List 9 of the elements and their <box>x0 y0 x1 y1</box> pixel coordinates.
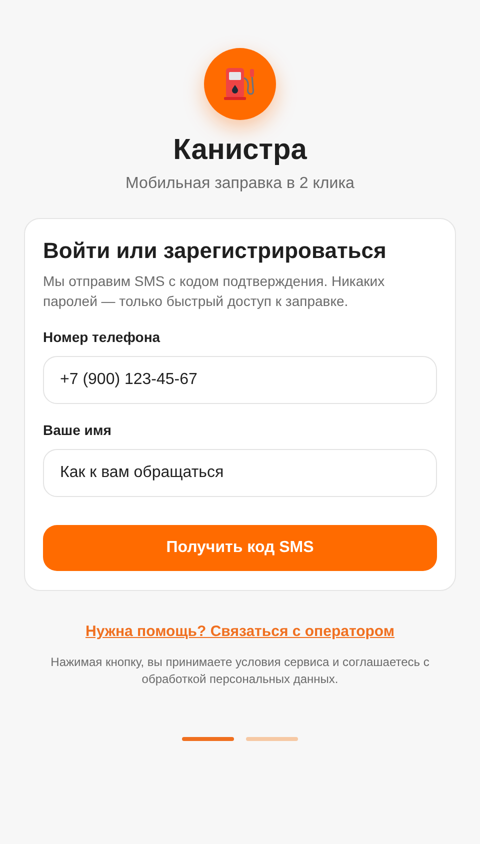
card-heading: Войти или зарегистрироваться <box>43 237 388 265</box>
app-title: Канистра <box>173 133 307 168</box>
field-label: Ваше имя <box>43 421 112 440</box>
field-label: Номер телефона <box>43 328 162 347</box>
app-subtitle: Мобильная заправка в 2 клика <box>126 174 354 194</box>
disclaimer: Нажимая кнопку, вы принимаете условия сервиса и соглашаетесь с обработкой персональных данных. <box>50 654 430 688</box>
input-field[interactable]: Как к вам обращаться <box>43 449 437 497</box>
card-description: Мы отправим SMS с кодом подтверждения. Никаких паролей — только быстрый доступ к заправке. <box>43 272 386 311</box>
input-field[interactable]: +7 (900) 123-45-67 <box>43 356 437 404</box>
